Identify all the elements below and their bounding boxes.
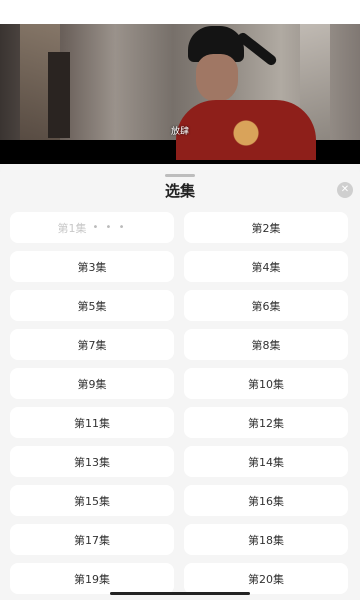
episode-label: 第4集 — [251, 260, 281, 274]
video-frame: 放肆 — [0, 24, 360, 160]
episode-button[interactable]: 第5集 — [10, 290, 174, 321]
episode-grid: 第1集 • • • 第2集第3集 第4集第5集 第6集第7集 第8集第9集 第10集第11集… — [10, 212, 350, 594]
episode-label: 第18集 — [248, 533, 284, 547]
episode-button[interactable]: 第1集 • • • — [10, 212, 174, 243]
episode-button[interactable]: 第10集 — [184, 368, 348, 399]
episode-button[interactable]: 第8集 — [184, 329, 348, 360]
home-indicator[interactable] — [110, 592, 250, 595]
episode-label: 第6集 — [251, 299, 281, 313]
episode-label: 第20集 — [248, 572, 284, 586]
episode-label: 第11集 — [74, 416, 110, 430]
episode-button[interactable]: 第3集 — [10, 251, 174, 282]
episode-button[interactable]: 第18集 — [184, 524, 348, 555]
episode-label: 第16集 — [248, 494, 284, 508]
episode-button[interactable]: 第11集 — [10, 407, 174, 438]
episode-label: 第7集 — [77, 338, 107, 352]
episode-sheet: 选集 ✕ 第1集 • • • 第2集第3集 第4集第5集 第6集第7集 第8集第9集 第10… — [0, 164, 360, 600]
episode-button[interactable]: 第7集 — [10, 329, 174, 360]
episode-label: 第17集 — [74, 533, 110, 547]
video-subtitle: 放肆 — [170, 127, 189, 137]
episode-label: 第9集 — [77, 377, 107, 391]
episode-label: 第8集 — [251, 338, 281, 352]
drag-handle[interactable] — [165, 174, 195, 177]
episode-button[interactable]: 第12集 — [184, 407, 348, 438]
episode-button[interactable]: 第4集 — [184, 251, 348, 282]
episode-label: 第2集 — [251, 221, 281, 235]
episode-button[interactable]: 第14集 — [184, 446, 348, 477]
close-icon[interactable]: ✕ — [337, 182, 353, 198]
actor-figure — [170, 24, 320, 160]
episode-label: 第12集 — [248, 416, 284, 430]
episode-label: 第13集 — [74, 455, 110, 469]
episode-button[interactable]: 第19集 — [10, 563, 174, 594]
episode-label: 第10集 — [248, 377, 284, 391]
episode-button[interactable]: 第16集 — [184, 485, 348, 516]
actor-face — [196, 54, 238, 102]
episode-label: 第19集 — [74, 572, 110, 586]
sheet-title: 选集 — [164, 182, 195, 200]
episode-button[interactable]: 第6集 — [184, 290, 348, 321]
episode-label: 第3集 — [77, 260, 107, 274]
status-bar — [0, 0, 360, 24]
episode-picker-screen: 放肆 选集 ✕ 第1集 • • • 第2集第3集 第4集第5集 第6集第7集 第8集第9集… — [0, 0, 360, 600]
loading-dots-icon: • • • — [92, 222, 127, 233]
video-player[interactable]: 放肆 — [0, 24, 360, 164]
episode-label: 第5集 — [77, 299, 107, 313]
episode-label: 第14集 — [248, 455, 284, 469]
episode-button[interactable]: 第9集 — [10, 368, 174, 399]
episode-label: 第1集 — [57, 221, 87, 235]
episode-label: 第15集 — [74, 494, 110, 508]
episode-button[interactable]: 第20集 — [184, 563, 348, 594]
episode-button[interactable]: 第17集 — [10, 524, 174, 555]
episode-button[interactable]: 第2集 — [184, 212, 348, 243]
episode-button[interactable]: 第15集 — [10, 485, 174, 516]
episode-button[interactable]: 第13集 — [10, 446, 174, 477]
